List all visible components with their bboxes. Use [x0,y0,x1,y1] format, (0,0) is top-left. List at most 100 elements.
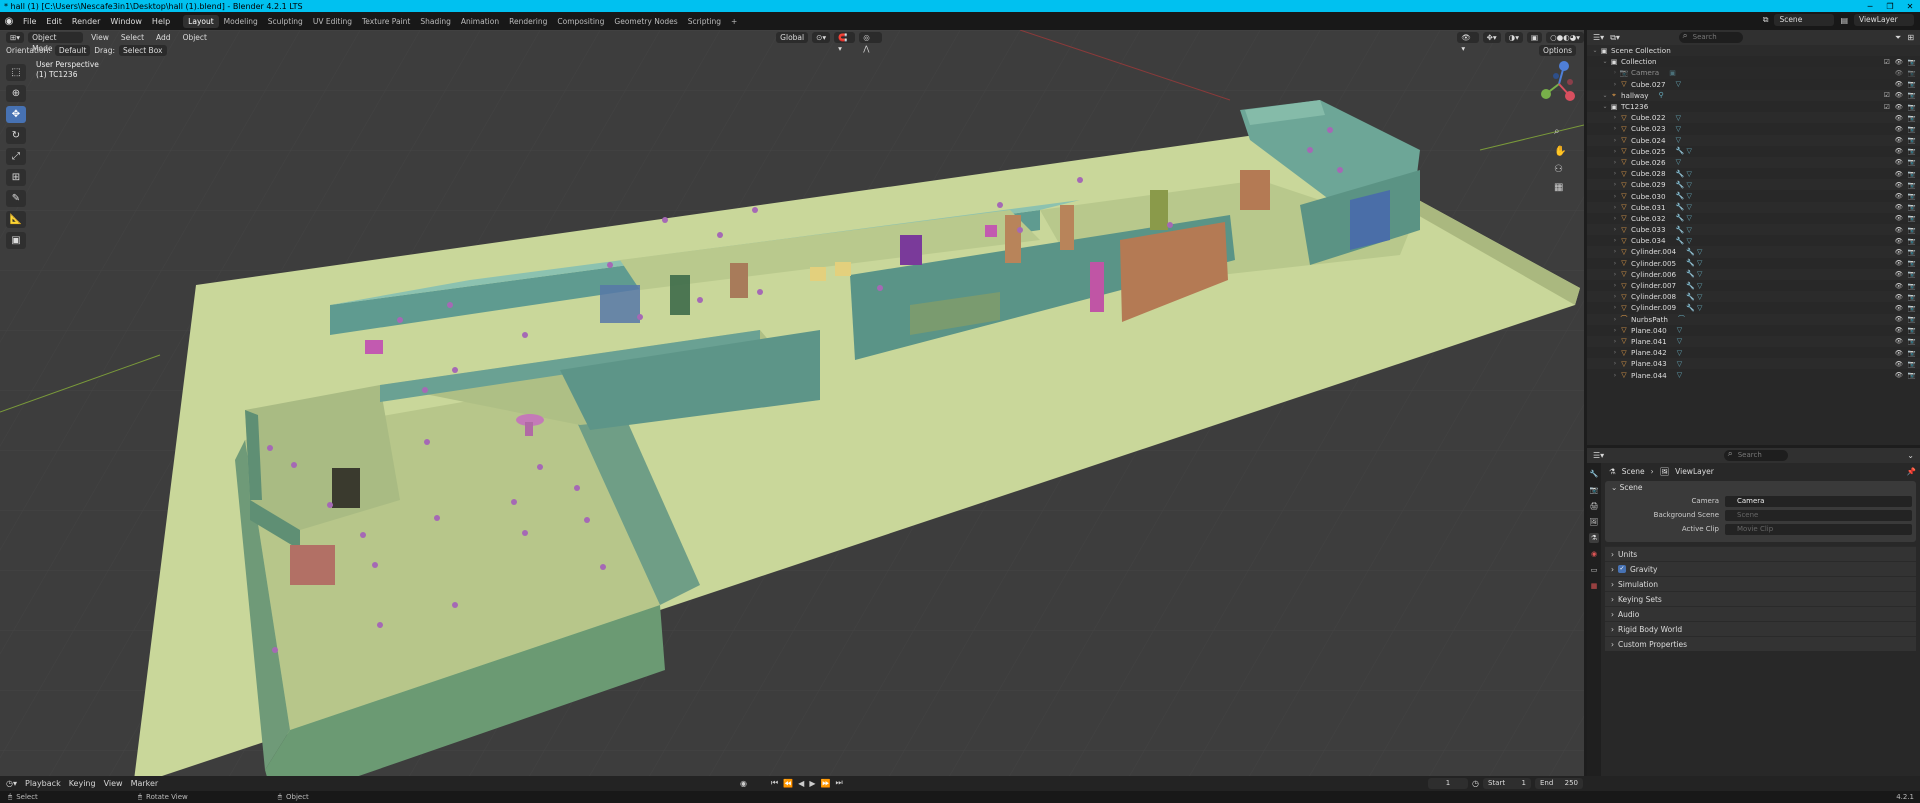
y-axis-icon[interactable] [1541,89,1551,99]
modifier-data-icon[interactable]: 🔧 ▽ [1676,214,1692,222]
eye-icon[interactable]: 👁 [1895,147,1903,155]
visibility-toggles[interactable]: 👁 📷 [1890,349,1916,357]
outliner-row[interactable]: › ▽ Plane.044 ▽ 👁 📷 [1587,369,1920,380]
eye-icon[interactable]: 👁 [1895,237,1903,245]
render-camera-icon[interactable]: 📷 [1908,91,1916,99]
outliner-search-input[interactable]: Search [1678,31,1743,43]
expand-arrow-icon[interactable]: › [1611,226,1619,233]
expand-arrow-icon[interactable]: › [1611,148,1619,155]
tab-rendering[interactable]: Rendering [504,15,552,28]
outliner-row[interactable]: ⌄ ▣ TC1236 ☑ 👁 📷 [1587,101,1920,112]
custom-properties-section[interactable]: › Custom Properties [1605,636,1916,651]
eye-icon[interactable]: 👁 [1895,270,1903,278]
render-camera-icon[interactable]: 📷 [1908,304,1916,312]
add-workspace-button[interactable]: + [726,15,742,28]
render-camera-icon[interactable]: 📷 [1908,282,1916,290]
outliner-row[interactable]: › ▽ Cylinder.009 🔧 ▽ 👁 📷 [1587,302,1920,313]
minimize-button[interactable]: ─ [1860,2,1880,11]
modifier-data-icon[interactable]: 🔧 ▽ [1686,270,1702,278]
texture-tab-icon[interactable]: ▦ [1589,581,1599,591]
visibility-toggles[interactable]: 👁 📷 [1890,326,1916,334]
expand-arrow-icon[interactable]: ⌄ [1601,103,1609,110]
render-tab-icon[interactable]: 📷 [1589,485,1599,495]
modifier-data-icon[interactable]: ▽ [1677,326,1682,334]
modifier-data-icon[interactable]: ⚲ [1659,91,1664,99]
tab-uv-editing[interactable]: UV Editing [308,15,357,28]
outliner-row[interactable]: › ▽ Cube.026 ▽ 👁 📷 [1587,156,1920,169]
visibility-toggles[interactable]: 👁 📷 [1890,192,1916,200]
add-cube-tool-icon[interactable]: ▣ [6,232,26,249]
eye-icon[interactable]: 👁 [1895,91,1903,99]
outliner-row[interactable]: › ▽ Cube.027 ▽ 👁 📷 [1587,79,1920,90]
expand-arrow-icon[interactable]: › [1611,69,1619,76]
expand-arrow-icon[interactable]: › [1611,327,1619,334]
eye-icon[interactable]: 👁 [1895,158,1903,166]
render-camera-icon[interactable]: 📷 [1908,248,1916,256]
modifier-data-icon[interactable]: 🔧 ▽ [1686,304,1702,312]
tab-layout[interactable]: Layout [183,14,219,28]
visibility-toggles[interactable]: 👁 📷 [1890,181,1916,189]
expand-arrow-icon[interactable]: › [1611,293,1619,300]
modifier-data-icon[interactable]: 🔧 ▽ [1686,282,1702,290]
expand-arrow-icon[interactable]: › [1611,316,1619,323]
eye-icon[interactable]: 👁 [1895,248,1903,256]
z-axis-icon[interactable] [1559,61,1569,71]
move-tool-icon[interactable]: ✥ [6,106,26,123]
expand-arrow-icon[interactable]: › [1611,271,1619,278]
eye-icon[interactable]: 👁 [1895,293,1903,301]
visibility-toggles[interactable]: 👁 📷 [1890,337,1916,345]
render-camera-icon[interactable]: 📷 [1908,69,1916,77]
render-camera-icon[interactable]: 📷 [1908,114,1916,122]
outliner-row[interactable]: › ▽ Cube.031 🔧 ▽ 👁 📷 [1587,201,1920,213]
pin-icon[interactable]: 📌 [1907,467,1916,476]
view-layer-selector[interactable]: ViewLayer [1854,14,1914,26]
gravity-checkbox[interactable]: ✓ [1618,565,1626,573]
expand-arrow-icon[interactable]: › [1611,159,1619,166]
viewport-menu-view[interactable]: View [87,32,113,43]
render-camera-icon[interactable]: 📷 [1908,136,1916,144]
outliner-row[interactable]: › ▽ Cube.023 ▽ 👁 📷 [1587,123,1920,134]
outliner-row[interactable]: › ▽ Plane.042 ▽ 👁 📷 [1587,347,1920,358]
rigid-body-world-section[interactable]: › Rigid Body World [1605,621,1916,636]
eye-icon[interactable]: 👁 [1895,304,1903,312]
expand-arrow-icon[interactable]: › [1611,125,1619,132]
eye-icon[interactable]: 👁 [1895,315,1903,323]
eye-icon[interactable]: 👁 [1895,203,1903,211]
camera-view-icon[interactable]: ⚇ [1554,164,1563,175]
exclude-checkbox-icon[interactable]: ☑ [1884,58,1890,66]
next-keyframe-icon[interactable]: ⏩ [820,779,830,788]
outliner-row[interactable]: › ▽ Cylinder.004 🔧 ▽ 👁 📷 [1587,246,1920,258]
viewport-menu-select[interactable]: Select [117,32,148,43]
ortho-toggle-icon[interactable]: ▦ [1554,182,1563,193]
outliner-row[interactable]: › ▽ Plane.040 ▽ 👁 📷 [1587,325,1920,336]
outliner-row[interactable]: › ▽ Cube.028 🔧 ▽ 👁 📷 [1587,168,1920,179]
blender-logo-icon[interactable]: ◉ [0,16,18,27]
visibility-toggles[interactable]: 👁 📷 [1890,237,1916,245]
render-camera-icon[interactable]: 📷 [1908,315,1916,323]
expand-arrow-icon[interactable]: › [1611,204,1619,211]
render-camera-icon[interactable]: 📷 [1908,214,1916,222]
modifier-data-icon[interactable]: ▽ [1676,125,1681,133]
view-layer-tab-icon[interactable]: 🖼 [1589,517,1599,527]
outliner-row[interactable]: › ▽ Cylinder.005 🔧 ▽ 👁 📷 [1587,258,1920,269]
expand-arrow-icon[interactable]: › [1611,170,1619,177]
visibility-toggles[interactable]: 👁 📷 [1890,293,1916,301]
transform-tool-icon[interactable]: ⊞ [6,169,26,186]
prev-keyframe-icon[interactable]: ⏪ [783,779,793,788]
expand-arrow-icon[interactable]: › [1611,193,1619,200]
visibility-toggles[interactable]: ☑ 👁 📷 [1884,103,1916,111]
eye-icon[interactable]: 👁 [1895,80,1903,88]
cursor-tool-icon[interactable]: ⊕ [6,85,26,102]
modifier-data-icon[interactable]: ⌒ [1678,314,1685,324]
render-camera-icon[interactable]: 📷 [1908,58,1916,66]
maximize-button[interactable]: ❐ [1880,2,1900,11]
navigation-gizmo[interactable]: ⌕ ✋ ⚇ ▦ [1534,54,1584,194]
zoom-icon[interactable]: ⌕ [1554,126,1560,137]
eye-icon[interactable]: 👁 [1895,371,1903,379]
render-camera-icon[interactable]: 📷 [1908,259,1916,267]
modifier-data-icon[interactable]: 🔧 ▽ [1676,192,1692,200]
keying-sets-section[interactable]: › Keying Sets [1605,591,1916,606]
expand-arrow-icon[interactable]: ⌄ [1591,47,1599,54]
visibility-toggles[interactable]: 👁 📷 [1890,259,1916,267]
jump-start-icon[interactable]: ⏮ [771,778,778,788]
